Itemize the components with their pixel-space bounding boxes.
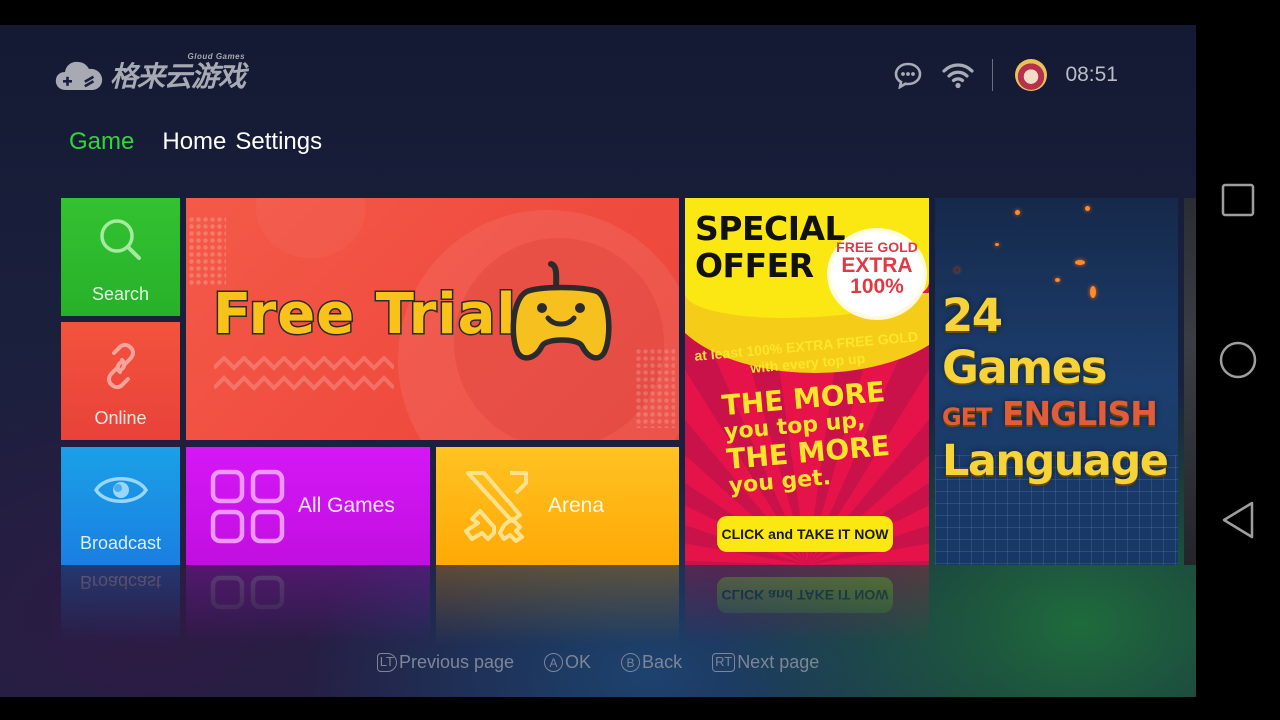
home-button[interactable] bbox=[1218, 340, 1258, 380]
controller-hints: LT Previous page A OK B Back RT Next pag… bbox=[0, 652, 1196, 673]
english-language-banner[interactable]: 24 Games GET ENGLISH Language bbox=[935, 198, 1178, 565]
hint-previous-page[interactable]: LT Previous page bbox=[376, 652, 515, 673]
system-nav-bar bbox=[1196, 0, 1280, 720]
cloud-gamepad-icon bbox=[54, 56, 104, 94]
crossed-swords-icon bbox=[464, 471, 528, 543]
decor-dots bbox=[188, 216, 226, 286]
status-area: 08:51 bbox=[892, 57, 1118, 93]
hint-label: Next page bbox=[737, 652, 820, 672]
logo-title: 格来云游戏 bbox=[110, 61, 246, 92]
message-icon[interactable] bbox=[892, 59, 924, 91]
search-icon bbox=[93, 214, 149, 275]
hint-label: Back bbox=[642, 652, 683, 672]
grid-icon bbox=[210, 575, 285, 610]
decor-spark bbox=[955, 268, 959, 272]
broadcast-reflection: Broadcast bbox=[61, 565, 180, 645]
english-banner-text: 24 Games GET ENGLISH Language bbox=[942, 289, 1178, 486]
offer-heading: SPECIAL OFFER bbox=[695, 209, 846, 285]
hint-next-page[interactable]: RT Next page bbox=[712, 652, 819, 673]
main-nav: Game Home Settings bbox=[69, 128, 322, 156]
arena-tile[interactable]: Arena bbox=[436, 447, 679, 565]
square-icon bbox=[1221, 183, 1255, 217]
logo-subtitle: Gloud Games bbox=[187, 52, 246, 61]
arena-label: Arena bbox=[548, 494, 605, 517]
gamepad-icon bbox=[510, 261, 612, 361]
hint-back[interactable]: B Back bbox=[621, 652, 682, 673]
arena-reflection bbox=[436, 565, 679, 645]
reflection-text: Broadcast bbox=[79, 572, 162, 592]
user-avatar[interactable] bbox=[1015, 59, 1048, 91]
offer-reflection: CLICK and TAKE IT NOW bbox=[685, 565, 929, 645]
banner-line: Language bbox=[942, 436, 1169, 486]
decor-spark bbox=[1075, 260, 1085, 265]
broadcast-tile-label: Broadcast bbox=[79, 533, 162, 553]
offer-heading-line: OFFER bbox=[695, 246, 814, 285]
decor-spark bbox=[1015, 210, 1020, 215]
b-button-icon: B bbox=[621, 653, 641, 672]
tab-home[interactable]: Home bbox=[162, 128, 226, 156]
app-screen: 格来云游戏 Gloud Games 08:51 Game Home Settin… bbox=[0, 25, 1196, 697]
offer-badge: FREE GOLD EXTRA 100% bbox=[831, 232, 923, 316]
lt-key-icon: LT bbox=[376, 653, 397, 672]
decor-spark bbox=[1085, 206, 1090, 211]
next-tile-peek[interactable] bbox=[1184, 198, 1196, 565]
offer-heading-line: SPECIAL bbox=[695, 209, 846, 248]
wifi-icon[interactable] bbox=[942, 59, 975, 91]
back-button[interactable] bbox=[1218, 500, 1258, 540]
a-button-icon: A bbox=[544, 653, 564, 672]
free-trial-banner[interactable]: Free Trial bbox=[186, 198, 679, 440]
hint-label: OK bbox=[565, 652, 592, 672]
clock: 08:51 bbox=[1065, 63, 1118, 86]
decor-spark bbox=[1055, 278, 1060, 282]
online-tile-label: Online bbox=[94, 408, 147, 428]
banner-word: GET bbox=[942, 403, 992, 431]
decor-dots bbox=[635, 348, 675, 428]
eye-icon bbox=[93, 463, 149, 524]
link-icon bbox=[93, 338, 149, 399]
all-games-tile[interactable]: All Games bbox=[186, 447, 430, 565]
status-divider bbox=[992, 59, 994, 91]
badge-text: EXTRA bbox=[841, 254, 913, 277]
all-games-label: All Games bbox=[298, 494, 395, 517]
broadcast-tile[interactable]: Broadcast bbox=[61, 447, 180, 565]
badge-text: 100% bbox=[850, 275, 904, 298]
badge-text: FREE GOLD bbox=[836, 239, 918, 255]
search-tile[interactable]: Search bbox=[61, 198, 180, 316]
online-tile[interactable]: Online bbox=[61, 322, 180, 440]
hint-ok[interactable]: A OK bbox=[544, 652, 591, 673]
rt-key-icon: RT bbox=[712, 653, 736, 672]
tab-game[interactable]: Game bbox=[69, 128, 134, 156]
circle-icon bbox=[1219, 341, 1257, 379]
all-games-reflection bbox=[186, 565, 430, 645]
reflection-text: CLICK and TAKE IT NOW bbox=[717, 577, 893, 613]
banner-line: 24 Games bbox=[942, 289, 1108, 394]
decor-blob bbox=[256, 198, 366, 258]
offer-slogan: THE MORE you top up, THE MORE you get. bbox=[720, 375, 894, 499]
logo-text: 格来云游戏 Gloud Games bbox=[110, 52, 246, 95]
search-tile-label: Search bbox=[91, 284, 150, 304]
decor-spark bbox=[995, 243, 999, 246]
special-offer-banner[interactable]: SPECIAL OFFER FREE GOLD EXTRA 100% at le… bbox=[685, 198, 929, 565]
grid-icon bbox=[210, 469, 285, 544]
free-trial-title: Free Trial bbox=[212, 281, 518, 349]
banner-word: ENGLISH bbox=[1001, 394, 1158, 433]
triangle-back-icon bbox=[1222, 501, 1254, 539]
hint-label: Previous page bbox=[398, 652, 515, 672]
recents-button[interactable] bbox=[1218, 180, 1258, 220]
tab-settings[interactable]: Settings bbox=[235, 128, 322, 156]
zigzag-decor bbox=[214, 356, 394, 391]
banner-line: GET ENGLISH bbox=[942, 394, 1178, 437]
offer-cta-button[interactable]: CLICK and TAKE IT NOW bbox=[717, 516, 893, 552]
app-logo: 格来云游戏 Gloud Games bbox=[54, 52, 246, 95]
